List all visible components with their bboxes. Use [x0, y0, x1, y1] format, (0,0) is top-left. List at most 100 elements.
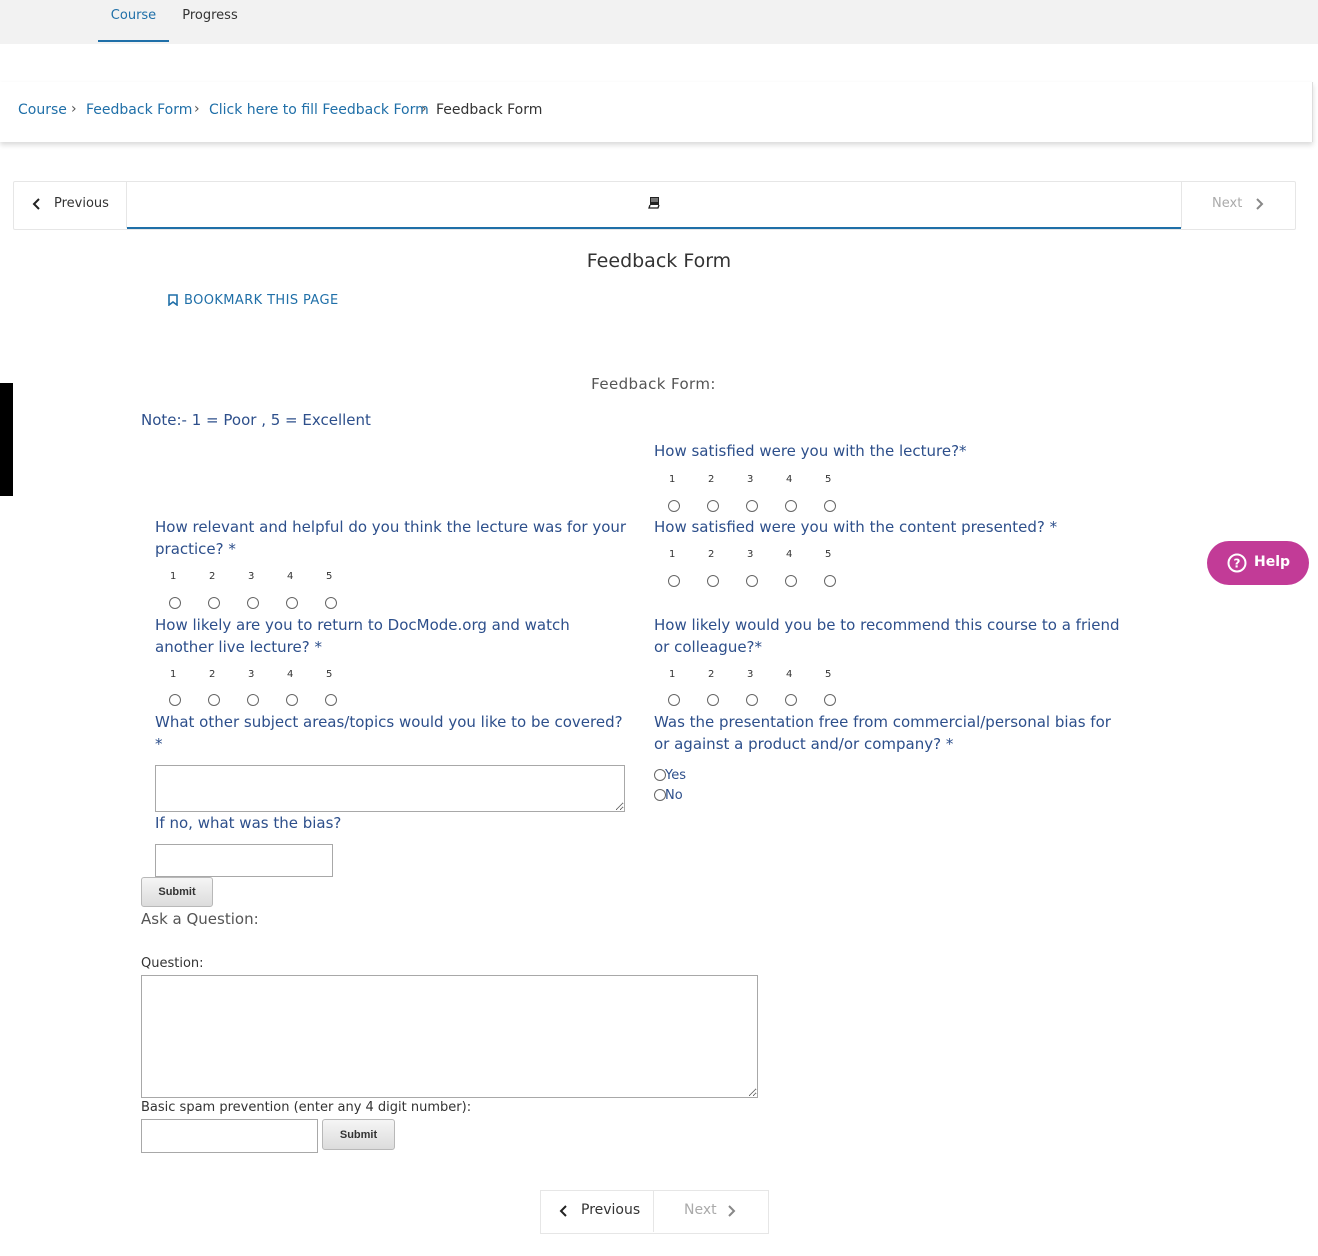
question-submit-button[interactable]: Submit	[322, 1119, 395, 1150]
question-bias-details: If no, what was the bias?	[155, 814, 342, 832]
ask-question-title: Ask a Question:	[141, 910, 259, 928]
scale-label: 1	[170, 571, 177, 582]
chevron-left-icon	[559, 1205, 567, 1217]
book-icon	[648, 197, 660, 209]
help-button[interactable]: ? Help	[1207, 541, 1309, 585]
scale-label: 5	[825, 669, 832, 680]
bottom-previous-button[interactable]: Previous	[540, 1190, 654, 1232]
scale-label: 2	[708, 669, 715, 680]
scale-label: 4	[786, 549, 793, 560]
rating-radio-2[interactable]	[707, 694, 719, 706]
scale-label: 4	[786, 474, 793, 485]
question-satisfied-content: How satisfied were you with the content …	[654, 518, 1058, 536]
sequence-next-button[interactable]: Next	[1181, 181, 1295, 228]
breadcrumb-feedback-form[interactable]: Feedback Form	[86, 102, 192, 118]
scale-label: 5	[326, 669, 333, 680]
side-widget-strip[interactable]	[0, 383, 13, 496]
breadcrumb-current: Feedback Form	[436, 102, 543, 118]
question-circle-icon: ?	[1227, 553, 1247, 573]
sequence-unit-tab[interactable]	[127, 181, 1181, 229]
rating-scale-q5: 1 2 3 4 5	[654, 667, 854, 712]
rating-radio-3[interactable]	[746, 500, 758, 512]
rating-radio-1[interactable]	[668, 694, 680, 706]
question-label: Question:	[141, 956, 204, 971]
scale-label: 3	[747, 474, 754, 485]
bias-yes-label: Yes	[665, 768, 686, 783]
rating-radio-3[interactable]	[746, 575, 758, 587]
svg-text:?: ?	[1234, 557, 1241, 571]
tab-course[interactable]: Course	[98, 0, 169, 42]
chevron-right-icon	[728, 1205, 736, 1217]
other-topics-textarea[interactable]	[155, 765, 625, 812]
scale-label: 1	[170, 669, 177, 680]
rating-radio-2[interactable]	[208, 597, 220, 609]
rating-radio-5[interactable]	[325, 597, 337, 609]
rating-radio-2[interactable]	[707, 500, 719, 512]
rating-radio-3[interactable]	[746, 694, 758, 706]
rating-scale-q3: 1 2 3 4 5	[654, 547, 854, 592]
scale-label: 1	[669, 549, 676, 560]
bookmark-icon	[168, 294, 178, 307]
rating-radio-2[interactable]	[208, 694, 220, 706]
rating-radio-1[interactable]	[668, 500, 680, 512]
question-recommend-likelihood: How likely would you be to recommend thi…	[654, 616, 1120, 656]
question-other-topics: What other subject areas/topics would yo…	[155, 713, 623, 753]
breadcrumb-course[interactable]: Course	[18, 102, 67, 118]
rating-radio-3[interactable]	[247, 597, 259, 609]
rating-radio-1[interactable]	[169, 597, 181, 609]
form-title: Feedback Form:	[591, 375, 716, 393]
scale-label: 2	[209, 571, 216, 582]
tab-progress[interactable]: Progress	[174, 0, 246, 40]
scale-label: 5	[825, 474, 832, 485]
previous-label: Previous	[581, 1202, 641, 1218]
chevron-left-icon	[32, 198, 40, 210]
scale-label: 3	[248, 669, 255, 680]
spam-prevention-input[interactable]	[141, 1119, 318, 1153]
rating-radio-5[interactable]	[325, 694, 337, 706]
sequence-previous-button[interactable]: Previous	[13, 181, 127, 228]
rating-radio-5[interactable]	[824, 694, 836, 706]
next-label: Next	[684, 1202, 717, 1218]
scale-label: 1	[669, 669, 676, 680]
scale-label: 3	[747, 549, 754, 560]
scale-label: 4	[287, 571, 294, 582]
rating-radio-5[interactable]	[824, 500, 836, 512]
bottom-next-button[interactable]: Next	[654, 1190, 767, 1232]
scale-label: 5	[326, 571, 333, 582]
scale-label: 4	[287, 669, 294, 680]
bias-details-input[interactable]	[155, 844, 333, 877]
breadcrumb-separator: ›	[194, 101, 200, 117]
scale-label: 2	[708, 474, 715, 485]
scale-label: 2	[209, 669, 216, 680]
rating-radio-1[interactable]	[668, 575, 680, 587]
scale-label: 4	[786, 669, 793, 680]
rating-scale-q4: 1 2 3 4 5	[155, 667, 355, 712]
question-relevant-helpful: How relevant and helpful do you think th…	[155, 518, 627, 558]
bookmark-button[interactable]: BOOKMARK THIS PAGE	[168, 293, 339, 308]
question-bias: Was the presentation free from commercia…	[654, 713, 1111, 753]
rating-radio-4[interactable]	[785, 500, 797, 512]
rating-radio-4[interactable]	[286, 597, 298, 609]
rating-radio-4[interactable]	[785, 575, 797, 587]
help-label: Help	[1254, 554, 1291, 570]
question-satisfied-lecture: How satisfied were you with the lecture?…	[654, 442, 967, 460]
rating-radio-1[interactable]	[169, 694, 181, 706]
rating-scale-q2: 1 2 3 4 5	[155, 569, 355, 614]
feedback-submit-button[interactable]: Submit	[141, 877, 213, 907]
page-title: Feedback Form	[586, 250, 732, 272]
rating-radio-3[interactable]	[247, 694, 259, 706]
spam-prevention-label: Basic spam prevention (enter any 4 digit…	[141, 1100, 472, 1115]
breadcrumb-separator: ›	[71, 101, 77, 117]
breadcrumb-separator: ›	[421, 101, 427, 117]
rating-radio-5[interactable]	[824, 575, 836, 587]
scale-label: 3	[747, 669, 754, 680]
question-textarea[interactable]	[141, 975, 758, 1098]
rating-radio-4[interactable]	[286, 694, 298, 706]
bookmark-label: BOOKMARK THIS PAGE	[184, 293, 339, 308]
next-label: Next	[1212, 196, 1243, 211]
rating-radio-4[interactable]	[785, 694, 797, 706]
breadcrumb-fill-feedback[interactable]: Click here to fill Feedback Form	[209, 102, 429, 118]
scale-label: 3	[248, 571, 255, 582]
rating-scale-q1: 1 2 3 4 5	[654, 472, 854, 517]
rating-radio-2[interactable]	[707, 575, 719, 587]
